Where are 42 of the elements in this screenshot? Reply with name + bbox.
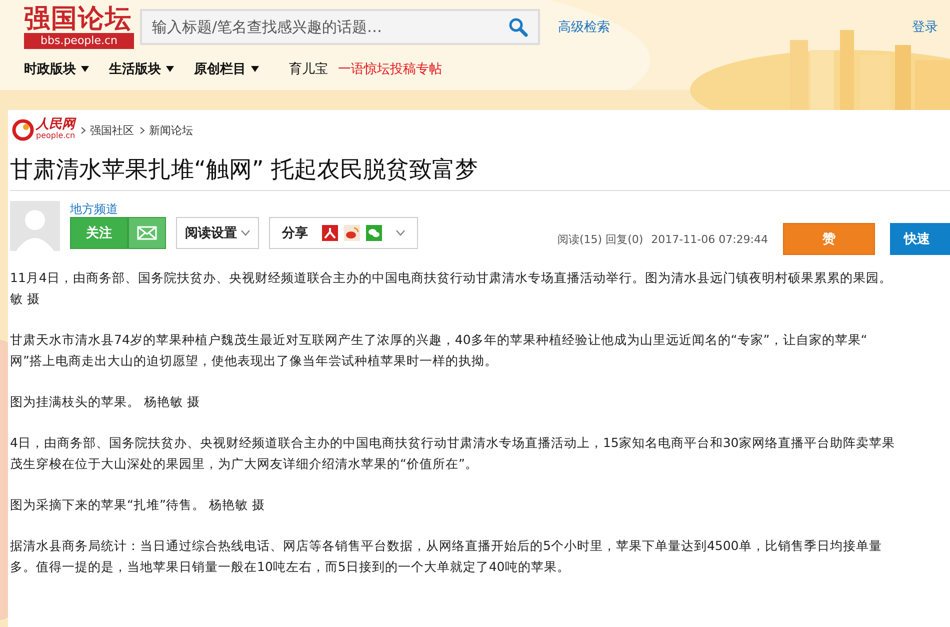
caret-icon: [81, 66, 89, 72]
people-logo[interactable]: 人民网 people.cn: [12, 119, 76, 141]
read-reply-count: 阅读(15) 回复(0): [558, 232, 644, 246]
weibo-icon[interactable]: [344, 225, 360, 241]
login-link[interactable]: 登录: [912, 18, 938, 36]
article-text: 图为挂满枝头的苹果。 杨艳敏 摄: [10, 393, 201, 411]
chevron-down-icon[interactable]: [396, 230, 405, 236]
article-text: 敏 摄: [10, 290, 41, 308]
advanced-search-link[interactable]: 高级检索: [558, 18, 610, 36]
breadcrumb-link[interactable]: 新闻论坛: [149, 122, 194, 138]
envelope-icon: [137, 226, 157, 240]
article-text: 甘肃天水市清水县74岁的苹果种植户魏茂生最近对互联网产生了浓厚的兴趣，40多年的苹果种植经验让他成为山里远近闻名的“专家”，让自家的苹果“: [10, 331, 868, 349]
post-time: 2017-11-06 07:29:44: [651, 232, 768, 246]
article-text: 据清水县商务局统计：当日通过综合热线电话、网店等各销售平台数据，从网络直播开始后的5个小时里，苹果下单量达到4500单，比销售季日均接单量: [10, 537, 883, 555]
wechat-icon[interactable]: [366, 225, 382, 241]
quick-reply-button[interactable]: 快速: [890, 223, 950, 255]
search-icon[interactable]: [508, 17, 528, 37]
chevron-icon: [81, 126, 86, 134]
breadcrumb-link[interactable]: 强国社区: [90, 122, 134, 138]
article-text: 多。值得一提的是，当地苹果日销量一般在10吨左右，而5日接到的一个大单就定了40吨的苹果。: [10, 558, 571, 576]
reading-settings-button[interactable]: 阅读设置: [176, 217, 259, 249]
author-link[interactable]: 地方频道: [70, 201, 418, 217]
caret-icon: [166, 66, 174, 72]
message-button[interactable]: [128, 217, 166, 249]
article-title: 甘肃清水苹果扎堆“触网” 托起农民脱贫致富梦: [10, 150, 950, 191]
nav-item[interactable]: 原创栏目: [194, 60, 259, 78]
nav-item[interactable]: 生活版块: [109, 60, 174, 78]
chevron-down-icon: [241, 230, 250, 236]
share-icon[interactable]: [322, 225, 338, 241]
article-text: 11月4日，由商务部、国务院扶贫办、央视财经频道联合主办的中国电商扶贫行动甘肃清水专场直播活动举行。图为清水县远门镇夜明村硕果累累的果园。: [10, 269, 893, 287]
share-label: 分享: [282, 224, 308, 242]
chevron-icon: [140, 126, 146, 134]
article-text: 茂生穿梭在位于大山深处的果园里，为广大网友详细介绍清水苹果的“价值所在”。: [10, 455, 479, 473]
site-logo[interactable]: 强国论坛 bbs.people.cn: [24, 5, 134, 49]
article-text: 4日，由商务部、国务院扶贫办、央视财经频道联合主办的中国电商扶贫行动甘肃清水专场直播活动上，15家知名电商平台和30家网络直播平台助阵卖苹果: [10, 434, 896, 452]
search-field[interactable]: 输入标题/笔名查找感兴趣的话题…: [140, 9, 540, 45]
article-text: 图为采摘下来的苹果“扎堆”待售。 杨艳敏 摄: [10, 496, 266, 514]
caret-icon: [251, 66, 259, 72]
article-text: 网”搭上电商走出大山的迫切愿望，使他表现出了像当年尝试种植苹果时一样的执拗。: [10, 352, 498, 370]
nav-item[interactable]: 育儿宝: [289, 60, 328, 78]
nav-item[interactable]: 一语惊坛投稿专帖: [338, 60, 442, 78]
nav-item[interactable]: 时政版块: [24, 60, 89, 78]
